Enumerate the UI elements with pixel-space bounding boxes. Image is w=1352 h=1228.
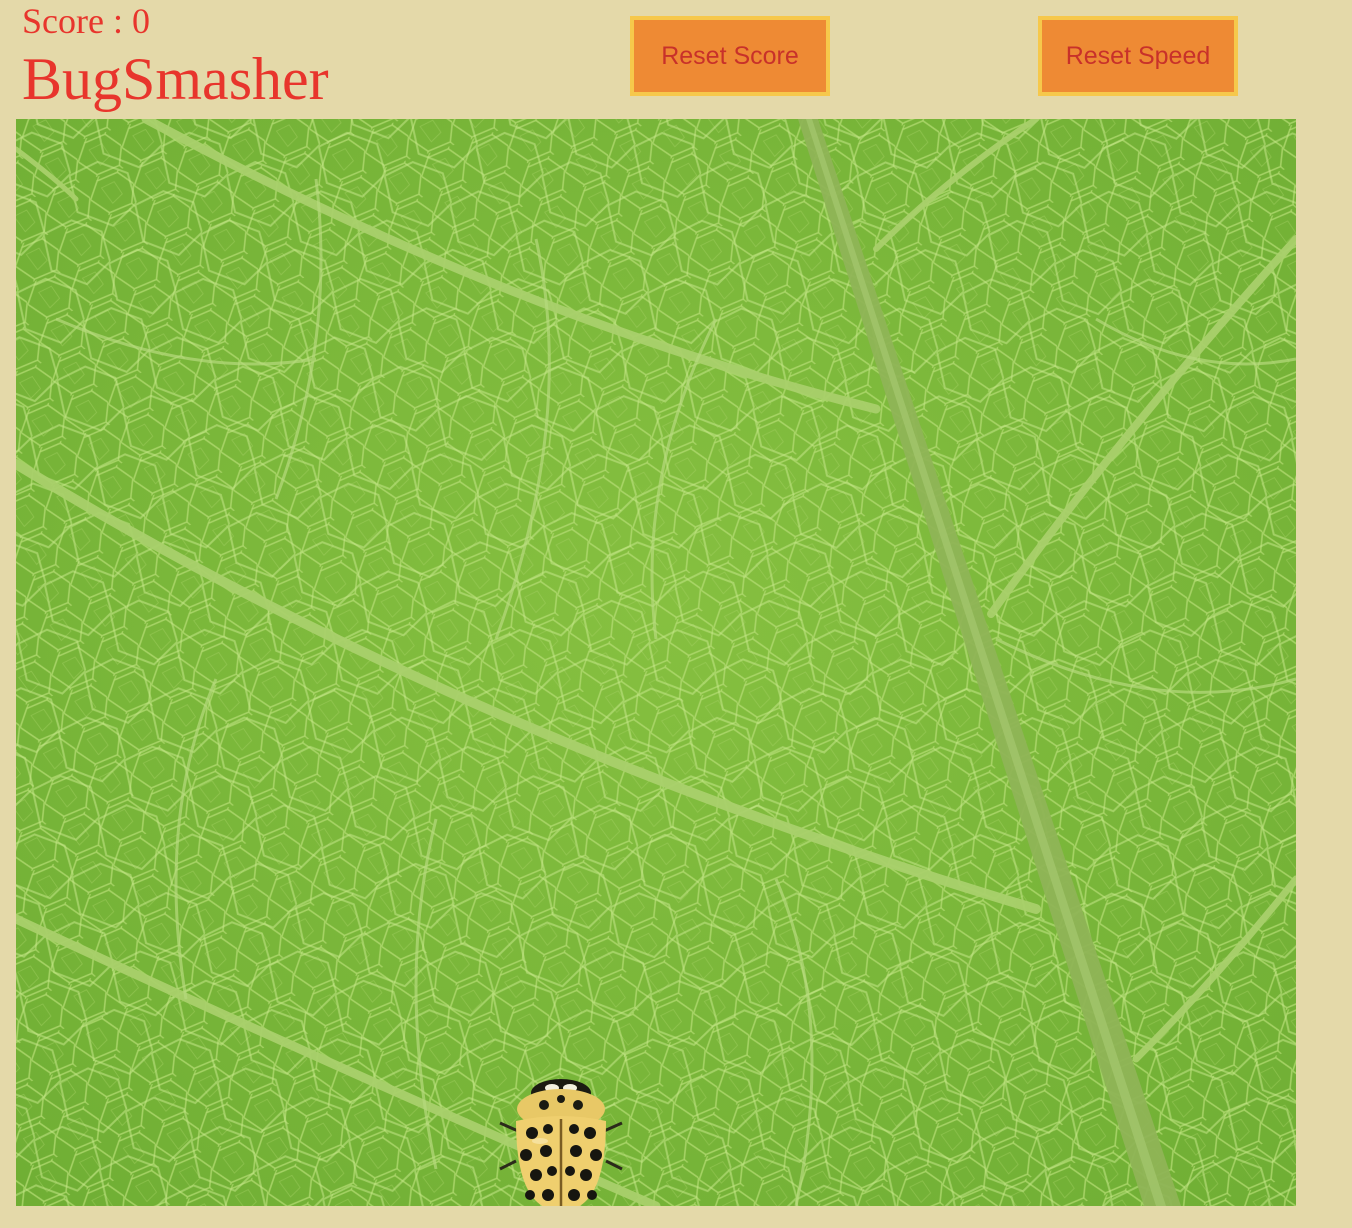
- reset-speed-button[interactable]: Reset Speed: [1038, 16, 1238, 96]
- reset-score-button[interactable]: Reset Score: [630, 16, 830, 96]
- leaf-background: [16, 119, 1296, 1206]
- score-display: Score : 0: [22, 1, 150, 41]
- game-board[interactable]: [16, 119, 1296, 1206]
- ladybug-icon[interactable]: [496, 1071, 626, 1206]
- game-title: BugSmasher: [22, 46, 329, 112]
